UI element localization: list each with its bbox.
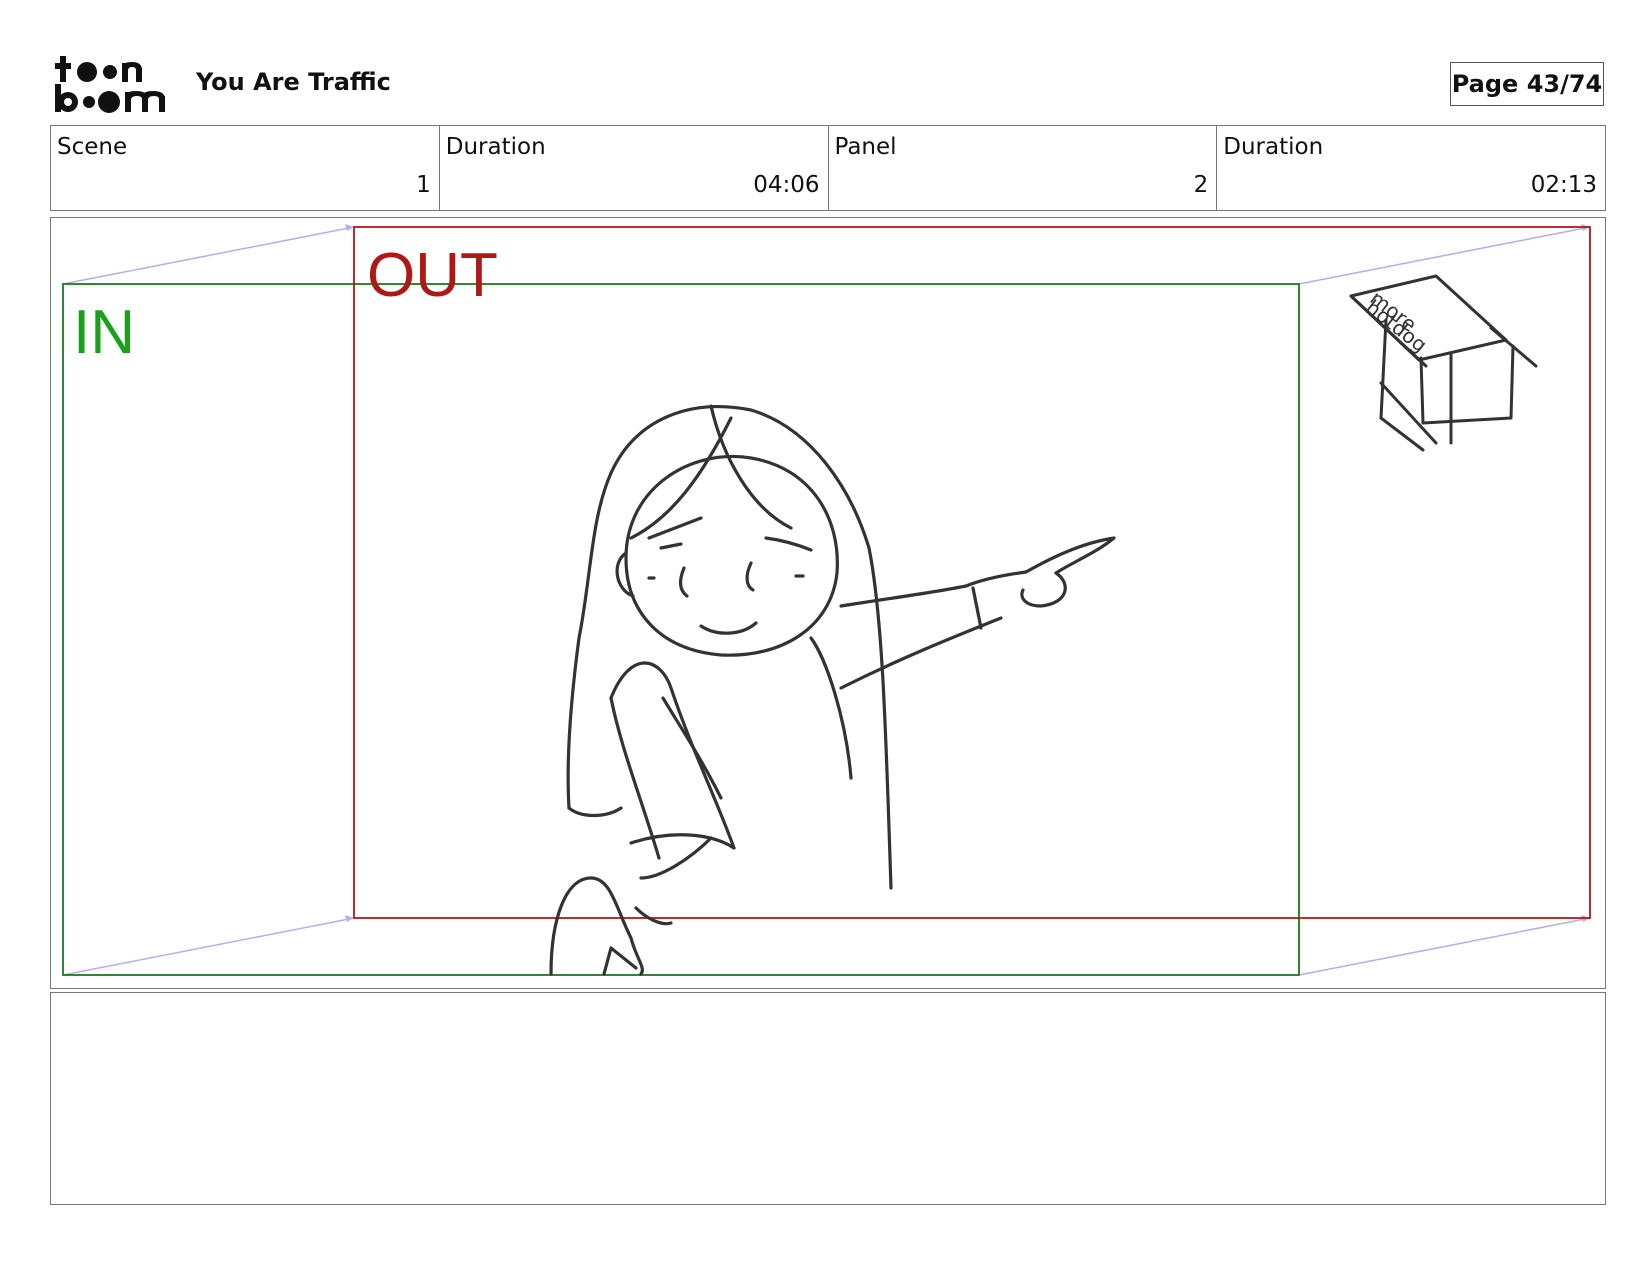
page-indicator: Page 43/74 [1450, 62, 1604, 106]
camera-guides [62, 226, 1591, 976]
project-title: You Are Traffic [196, 68, 391, 96]
girl-character-sketch [549, 404, 1116, 976]
panel-duration-cell: Duration 02:13 [1217, 126, 1605, 210]
arrow-icon [345, 915, 354, 922]
toon-boom-logo [55, 56, 165, 113]
panel-info-table: Scene 1 Duration 04:06 Panel 2 Duration … [50, 125, 1606, 211]
scene-value: 1 [416, 172, 431, 198]
in-label: IN [73, 298, 135, 367]
guide-line-bottom-left [62, 917, 355, 976]
out-label: OUT [367, 241, 498, 310]
panel-drawing: IN OUT more hotdog [62, 224, 1591, 976]
panel-duration-value: 02:13 [1530, 172, 1597, 198]
in-frame [62, 283, 1300, 976]
panel-duration-label: Duration [1223, 134, 1324, 160]
storyboard-panel: IN OUT more hotdog [50, 217, 1606, 989]
panel-notes-area [50, 992, 1606, 1205]
scene-label: Scene [57, 134, 128, 160]
arrow-icon [345, 224, 354, 231]
guide-line-bottom-right [1298, 917, 1591, 976]
scene-cell: Scene 1 [51, 126, 440, 210]
panel-label: Panel [834, 134, 897, 160]
guide-line-top-right [1298, 226, 1591, 285]
guide-line-top-left [62, 226, 355, 285]
scene-duration-label: Duration [445, 134, 546, 160]
scene-duration-cell: Duration 04:06 [440, 126, 829, 210]
panel-value: 2 [1193, 172, 1209, 198]
panel-cell: Panel 2 [829, 126, 1218, 210]
scene-duration-value: 04:06 [753, 172, 820, 198]
